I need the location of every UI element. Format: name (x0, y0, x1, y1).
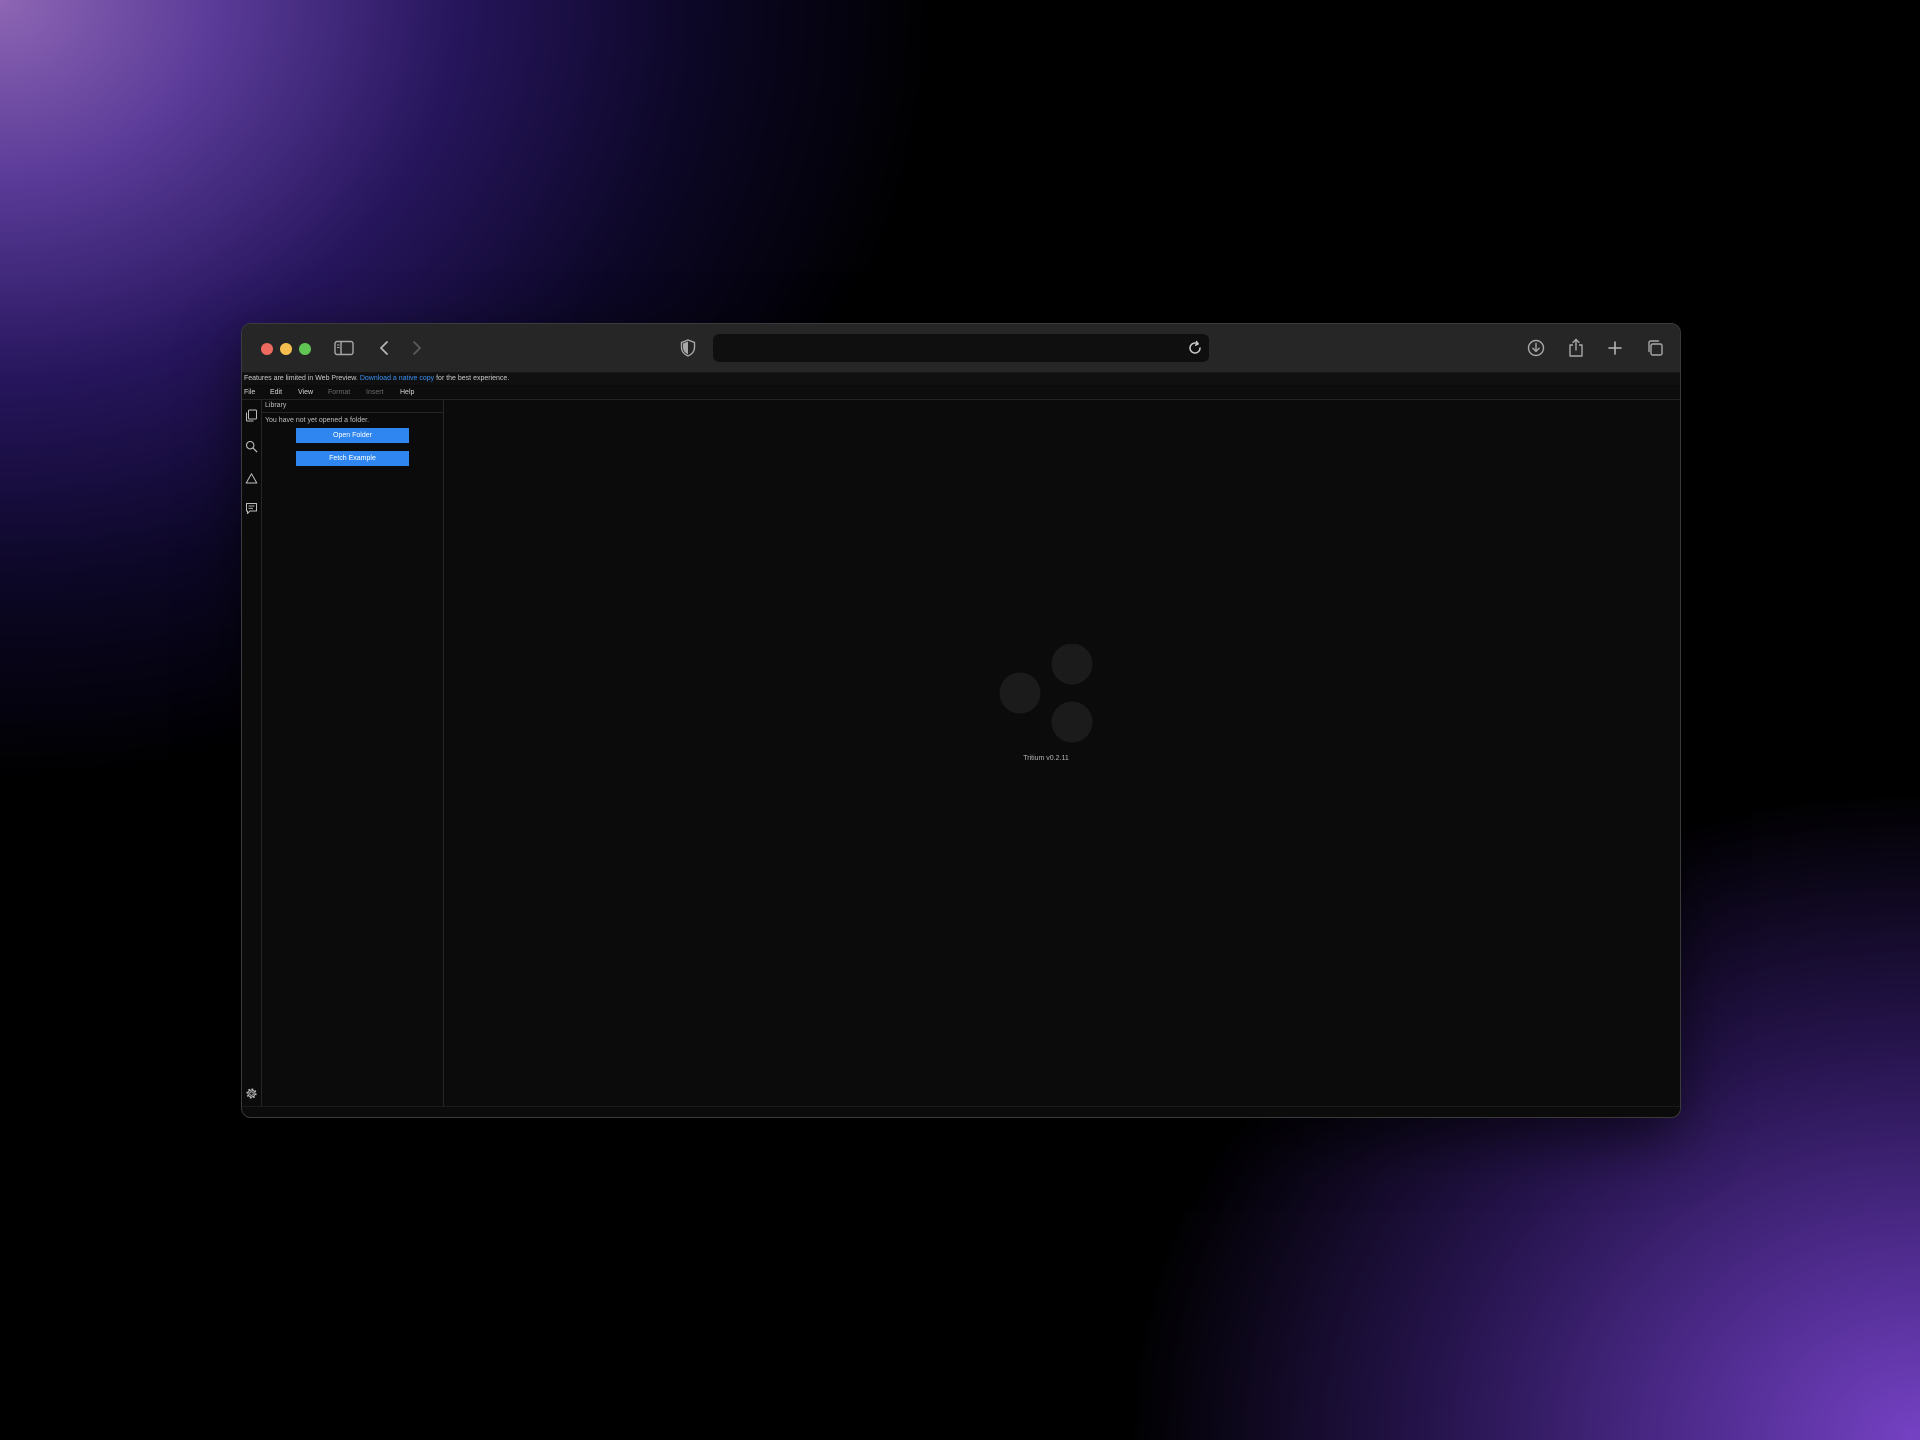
editor-area: Tritium v0.2.11 (444, 400, 1680, 1106)
shield-icon[interactable] (676, 336, 700, 360)
comments-icon[interactable] (245, 502, 258, 515)
web-preview-banner: Features are limited in Web Preview. Dow… (242, 373, 1680, 385)
status-strip (242, 1106, 1680, 1117)
fetch-example-button[interactable]: Fetch Example (296, 451, 409, 466)
activity-bar (242, 400, 262, 1106)
library-sidebar: Library You have not yet opened a folder… (262, 400, 444, 1106)
zoom-window-button[interactable] (299, 343, 311, 355)
gear-icon[interactable] (245, 1087, 258, 1100)
download-native-link[interactable]: Download a native copy (360, 375, 434, 382)
reload-icon[interactable] (1187, 340, 1203, 356)
open-folder-button[interactable]: Open Folder (296, 428, 409, 443)
menu-edit[interactable]: Edit (270, 386, 282, 399)
files-icon[interactable] (245, 409, 258, 422)
browser-toolbar (242, 324, 1680, 373)
menu-view[interactable]: View (298, 386, 313, 399)
minimize-window-button[interactable] (280, 343, 292, 355)
sidebar-title: Library (262, 400, 443, 413)
chevron-left-icon[interactable] (373, 336, 397, 360)
download-icon[interactable] (1524, 336, 1548, 360)
menu-insert[interactable]: Insert (366, 386, 384, 399)
warning-icon[interactable] (245, 472, 258, 485)
address-bar[interactable] (713, 334, 1209, 362)
chevron-right-icon[interactable] (404, 336, 428, 360)
share-icon[interactable] (1564, 336, 1588, 360)
app-menubar: File Edit View Format Insert Help (242, 386, 1680, 400)
no-folder-message: You have not yet opened a folder. (265, 417, 370, 424)
plus-icon[interactable] (1603, 336, 1627, 360)
search-icon[interactable] (245, 440, 258, 453)
menu-file[interactable]: File (244, 386, 255, 399)
tab-overview-icon[interactable] (1643, 336, 1667, 360)
app-version: Tritium v0.2.11 (1023, 755, 1069, 762)
browser-window: Features are limited in Web Preview. Dow… (241, 323, 1681, 1118)
menu-format[interactable]: Format (328, 386, 350, 399)
menu-help[interactable]: Help (400, 386, 414, 399)
banner-prefix: Features are limited in Web Preview. (244, 375, 358, 382)
close-window-button[interactable] (261, 343, 273, 355)
app-logo-icon (999, 644, 1093, 743)
banner-suffix: for the best experience. (436, 375, 510, 382)
sidebar-toggle-icon[interactable] (332, 336, 356, 360)
